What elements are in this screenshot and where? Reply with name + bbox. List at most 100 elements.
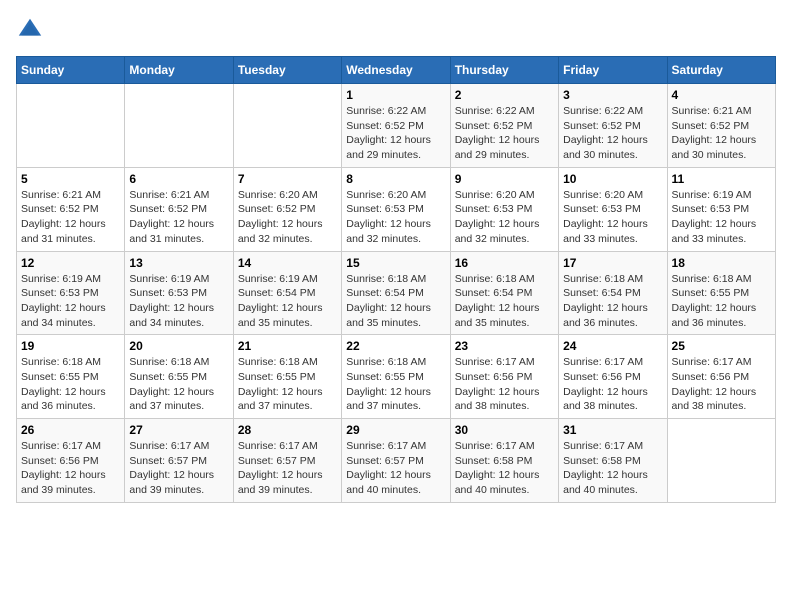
calendar-cell: 16Sunrise: 6:18 AMSunset: 6:54 PMDayligh… bbox=[450, 251, 558, 335]
day-number: 11 bbox=[672, 172, 771, 186]
week-row-5: 26 Sunrise: 6:17 AMSunset: 6:56 PMDayligh… bbox=[17, 419, 776, 503]
calendar-cell: 2Sunrise: 6:22 AMSunset: 6:52 PMDaylight… bbox=[450, 84, 558, 168]
calendar-body: 1 Sunrise: 6:22 AMSunset: 6:52 PMDaylight… bbox=[17, 84, 776, 503]
header-friday: Friday bbox=[559, 57, 667, 84]
week-row-3: 12 Sunrise: 6:19 AMSunset: 6:53 PMDayligh… bbox=[17, 251, 776, 335]
calendar-cell: 13 Sunrise: 6:19 AMSunset: 6:53 PMDayligh… bbox=[125, 251, 233, 335]
logo-icon bbox=[16, 16, 44, 44]
calendar-cell: 27Sunrise: 6:17 AMSunset: 6:57 PMDayligh… bbox=[125, 419, 233, 503]
day-number: 4 bbox=[672, 88, 771, 102]
day-number: 21 bbox=[238, 339, 337, 353]
day-number: 29 bbox=[346, 423, 445, 437]
calendar-cell: 26 Sunrise: 6:17 AMSunset: 6:56 PMDayligh… bbox=[17, 419, 125, 503]
day-info: Sunrise: 6:17 AMSunset: 6:57 PMDaylight:… bbox=[346, 439, 445, 498]
header-tuesday: Tuesday bbox=[233, 57, 341, 84]
day-info: Sunrise: 6:20 AMSunset: 6:53 PMDaylight:… bbox=[563, 188, 662, 247]
day-number: 6 bbox=[129, 172, 228, 186]
calendar-cell bbox=[125, 84, 233, 168]
day-info: Sunrise: 6:22 AMSunset: 6:52 PMDaylight:… bbox=[346, 104, 445, 163]
day-info: Sunrise: 6:17 AMSunset: 6:58 PMDaylight:… bbox=[455, 439, 554, 498]
calendar-cell: 18 Sunrise: 6:18 AMSunset: 6:55 PMDayligh… bbox=[667, 251, 775, 335]
day-number: 9 bbox=[455, 172, 554, 186]
day-number: 18 bbox=[672, 256, 771, 270]
calendar-cell: 11Sunrise: 6:19 AMSunset: 6:53 PMDayligh… bbox=[667, 167, 775, 251]
header-saturday: Saturday bbox=[667, 57, 775, 84]
calendar-cell: 10 Sunrise: 6:20 AMSunset: 6:53 PMDayligh… bbox=[559, 167, 667, 251]
day-info: Sunrise: 6:17 AMSunset: 6:57 PMDaylight:… bbox=[129, 439, 228, 498]
week-row-4: 19Sunrise: 6:18 AMSunset: 6:55 PMDayligh… bbox=[17, 335, 776, 419]
calendar-cell bbox=[17, 84, 125, 168]
day-info: Sunrise: 6:17 AMSunset: 6:58 PMDaylight:… bbox=[563, 439, 662, 498]
day-number: 24 bbox=[563, 339, 662, 353]
day-info: Sunrise: 6:18 AMSunset: 6:55 PMDaylight:… bbox=[129, 355, 228, 414]
day-info: Sunrise: 6:17 AMSunset: 6:56 PMDaylight:… bbox=[563, 355, 662, 414]
day-info: Sunrise: 6:17 AMSunset: 6:56 PMDaylight:… bbox=[21, 439, 120, 498]
calendar-cell: 29 Sunrise: 6:17 AMSunset: 6:57 PMDayligh… bbox=[342, 419, 450, 503]
calendar-cell: 5 Sunrise: 6:21 AMSunset: 6:52 PMDaylight… bbox=[17, 167, 125, 251]
day-info: Sunrise: 6:19 AMSunset: 6:54 PMDaylight:… bbox=[238, 272, 337, 331]
calendar-cell: 8 Sunrise: 6:20 AMSunset: 6:53 PMDaylight… bbox=[342, 167, 450, 251]
day-number: 14 bbox=[238, 256, 337, 270]
week-row-1: 1 Sunrise: 6:22 AMSunset: 6:52 PMDaylight… bbox=[17, 84, 776, 168]
calendar-cell: 12 Sunrise: 6:19 AMSunset: 6:53 PMDayligh… bbox=[17, 251, 125, 335]
calendar-cell: 4 Sunrise: 6:21 AMSunset: 6:52 PMDaylight… bbox=[667, 84, 775, 168]
header-wednesday: Wednesday bbox=[342, 57, 450, 84]
day-number: 23 bbox=[455, 339, 554, 353]
calendar-cell: 20 Sunrise: 6:18 AMSunset: 6:55 PMDayligh… bbox=[125, 335, 233, 419]
header-sunday: Sunday bbox=[17, 57, 125, 84]
day-info: Sunrise: 6:18 AMSunset: 6:54 PMDaylight:… bbox=[563, 272, 662, 331]
day-info: Sunrise: 6:18 AMSunset: 6:55 PMDaylight:… bbox=[238, 355, 337, 414]
day-number: 25 bbox=[672, 339, 771, 353]
calendar-header: Sunday Monday Tuesday Wednesday Thursday… bbox=[17, 57, 776, 84]
day-info: Sunrise: 6:18 AMSunset: 6:55 PMDaylight:… bbox=[672, 272, 771, 331]
calendar-cell: 19Sunrise: 6:18 AMSunset: 6:55 PMDayligh… bbox=[17, 335, 125, 419]
calendar-cell: 21 Sunrise: 6:18 AMSunset: 6:55 PMDayligh… bbox=[233, 335, 341, 419]
calendar-cell: 24 Sunrise: 6:17 AMSunset: 6:56 PMDayligh… bbox=[559, 335, 667, 419]
calendar-table: Sunday Monday Tuesday Wednesday Thursday… bbox=[16, 56, 776, 503]
day-info: Sunrise: 6:20 AMSunset: 6:52 PMDaylight:… bbox=[238, 188, 337, 247]
calendar-cell: 6 Sunrise: 6:21 AMSunset: 6:52 PMDaylight… bbox=[125, 167, 233, 251]
calendar-cell: 30 Sunrise: 6:17 AMSunset: 6:58 PMDayligh… bbox=[450, 419, 558, 503]
calendar-cell: 7 Sunrise: 6:20 AMSunset: 6:52 PMDaylight… bbox=[233, 167, 341, 251]
calendar-cell: 9 Sunrise: 6:20 AMSunset: 6:53 PMDaylight… bbox=[450, 167, 558, 251]
calendar-cell: 25 Sunrise: 6:17 AMSunset: 6:56 PMDayligh… bbox=[667, 335, 775, 419]
calendar-cell bbox=[233, 84, 341, 168]
day-info: Sunrise: 6:18 AMSunset: 6:54 PMDaylight:… bbox=[455, 272, 554, 331]
day-info: Sunrise: 6:19 AMSunset: 6:53 PMDaylight:… bbox=[129, 272, 228, 331]
day-info: Sunrise: 6:22 AMSunset: 6:52 PMDaylight:… bbox=[455, 104, 554, 163]
day-number: 12 bbox=[21, 256, 120, 270]
day-info: Sunrise: 6:21 AMSunset: 6:52 PMDaylight:… bbox=[21, 188, 120, 247]
calendar-cell: 3Sunrise: 6:22 AMSunset: 6:52 PMDaylight… bbox=[559, 84, 667, 168]
day-number: 10 bbox=[563, 172, 662, 186]
page-header bbox=[16, 16, 776, 44]
calendar-cell: 23Sunrise: 6:17 AMSunset: 6:56 PMDayligh… bbox=[450, 335, 558, 419]
calendar-cell: 31Sunrise: 6:17 AMSunset: 6:58 PMDayligh… bbox=[559, 419, 667, 503]
day-info: Sunrise: 6:21 AMSunset: 6:52 PMDaylight:… bbox=[672, 104, 771, 163]
day-number: 13 bbox=[129, 256, 228, 270]
header-row: Sunday Monday Tuesday Wednesday Thursday… bbox=[17, 57, 776, 84]
day-number: 20 bbox=[129, 339, 228, 353]
day-number: 7 bbox=[238, 172, 337, 186]
day-info: Sunrise: 6:18 AMSunset: 6:55 PMDaylight:… bbox=[21, 355, 120, 414]
day-info: Sunrise: 6:17 AMSunset: 6:56 PMDaylight:… bbox=[672, 355, 771, 414]
calendar-cell bbox=[667, 419, 775, 503]
day-number: 15 bbox=[346, 256, 445, 270]
day-number: 1 bbox=[346, 88, 445, 102]
day-number: 26 bbox=[21, 423, 120, 437]
day-number: 30 bbox=[455, 423, 554, 437]
header-monday: Monday bbox=[125, 57, 233, 84]
day-info: Sunrise: 6:21 AMSunset: 6:52 PMDaylight:… bbox=[129, 188, 228, 247]
day-number: 5 bbox=[21, 172, 120, 186]
header-thursday: Thursday bbox=[450, 57, 558, 84]
week-row-2: 5 Sunrise: 6:21 AMSunset: 6:52 PMDaylight… bbox=[17, 167, 776, 251]
calendar-cell: 17 Sunrise: 6:18 AMSunset: 6:54 PMDayligh… bbox=[559, 251, 667, 335]
calendar-cell: 28Sunrise: 6:17 AMSunset: 6:57 PMDayligh… bbox=[233, 419, 341, 503]
day-info: Sunrise: 6:17 AMSunset: 6:57 PMDaylight:… bbox=[238, 439, 337, 498]
day-info: Sunrise: 6:20 AMSunset: 6:53 PMDaylight:… bbox=[455, 188, 554, 247]
day-number: 8 bbox=[346, 172, 445, 186]
day-info: Sunrise: 6:22 AMSunset: 6:52 PMDaylight:… bbox=[563, 104, 662, 163]
day-info: Sunrise: 6:20 AMSunset: 6:53 PMDaylight:… bbox=[346, 188, 445, 247]
day-info: Sunrise: 6:19 AMSunset: 6:53 PMDaylight:… bbox=[21, 272, 120, 331]
day-number: 17 bbox=[563, 256, 662, 270]
day-info: Sunrise: 6:18 AMSunset: 6:55 PMDaylight:… bbox=[346, 355, 445, 414]
